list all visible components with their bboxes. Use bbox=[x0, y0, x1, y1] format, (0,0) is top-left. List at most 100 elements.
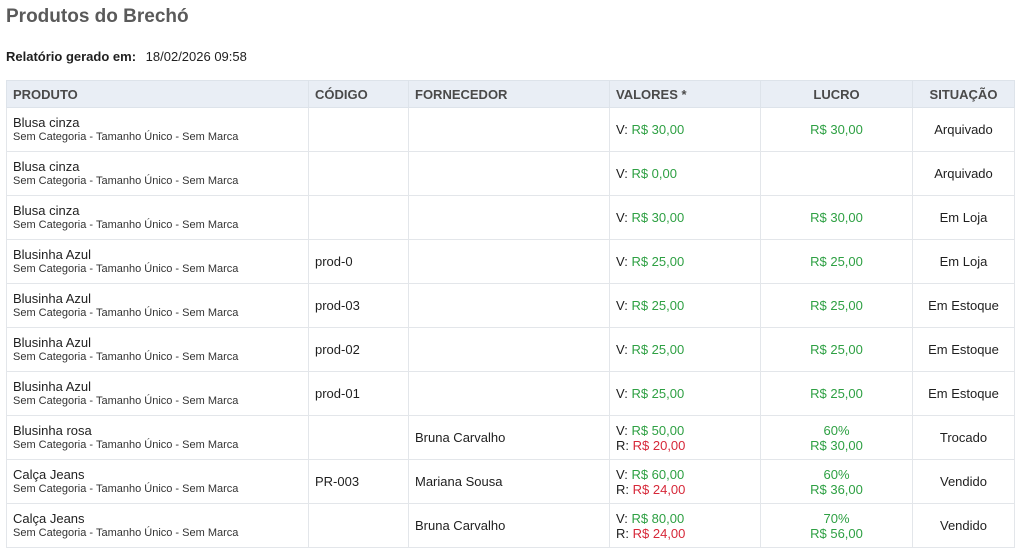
profit-cell: R$ 25,00 bbox=[760, 283, 913, 328]
sale-value: R$ 25,00 bbox=[631, 342, 685, 357]
product-details: Sem Categoria - Tamanho Único - Sem Marc… bbox=[13, 174, 239, 187]
sale-prefix: V: bbox=[616, 466, 628, 482]
profit-cell: R$ 25,00 bbox=[760, 327, 913, 372]
status-cell: Vendido bbox=[912, 459, 1015, 504]
supplier-cell: Bruna Carvalho bbox=[408, 415, 610, 460]
code-cell: prod-02 bbox=[308, 327, 409, 372]
table-header-row: PRODUTO CÓDIGO FORNECEDOR VALORES * LUCR… bbox=[6, 80, 1015, 108]
values-cell: V: R$ 25,00 bbox=[609, 371, 761, 416]
sale-prefix: V: bbox=[616, 422, 628, 438]
product-details: Sem Categoria - Tamanho Único - Sem Marc… bbox=[13, 438, 239, 451]
profit-percent: 70% bbox=[823, 510, 850, 526]
product-details: Sem Categoria - Tamanho Único - Sem Marc… bbox=[13, 526, 239, 539]
code-cell: PR-003 bbox=[308, 459, 409, 504]
product-cell: Blusa cinza Sem Categoria - Tamanho Único… bbox=[6, 151, 309, 196]
profit-cell: 60% R$ 36,00 bbox=[760, 459, 913, 504]
profit-value: R$ 56,00 bbox=[810, 525, 863, 541]
product-name: Calça Jeans bbox=[13, 510, 85, 526]
product-details: Sem Categoria - Tamanho Único - Sem Marc… bbox=[13, 350, 239, 363]
profit-percent: 60% bbox=[823, 466, 850, 482]
repass-value-line: R: R$ 24,00 bbox=[616, 526, 754, 541]
supplier-cell bbox=[408, 239, 610, 284]
sale-value-line: V: R$ 80,00 bbox=[616, 511, 754, 526]
profit-cell: R$ 25,00 bbox=[760, 371, 913, 416]
product-cell: Blusinha Azul Sem Categoria - Tamanho Úni… bbox=[6, 239, 309, 284]
sale-value-line: V: R$ 25,00 bbox=[616, 254, 754, 269]
profit-value: R$ 36,00 bbox=[810, 481, 863, 497]
code-cell: prod-03 bbox=[308, 283, 409, 328]
profit-cell: R$ 25,00 bbox=[760, 239, 913, 284]
product-name: Blusinha Azul bbox=[13, 246, 92, 262]
repass-value-line: R: R$ 24,00 bbox=[616, 482, 754, 497]
header-lucro: LUCRO bbox=[760, 80, 913, 108]
code-cell: prod-01 bbox=[308, 371, 409, 416]
code-cell bbox=[308, 503, 409, 548]
header-produto: PRODUTO bbox=[6, 80, 309, 108]
values-cell: V: R$ 30,00 bbox=[609, 195, 761, 240]
header-situacao: SITUAÇÃO bbox=[912, 80, 1015, 108]
sale-value: R$ 30,00 bbox=[631, 210, 685, 225]
code-cell bbox=[308, 195, 409, 240]
product-details: Sem Categoria - Tamanho Único - Sem Marc… bbox=[13, 130, 239, 143]
profit-cell: 60% R$ 30,00 bbox=[760, 415, 913, 460]
sale-value-line: V: R$ 60,00 bbox=[616, 467, 754, 482]
table-row: Blusa cinza Sem Categoria - Tamanho Único… bbox=[6, 151, 1015, 196]
product-cell: Calça Jeans Sem Categoria - Tamanho Único… bbox=[6, 503, 309, 548]
report-generated-date: 18/02/2026 09:58 bbox=[145, 49, 247, 64]
status-cell: Em Estoque bbox=[912, 327, 1015, 372]
table-row: Blusinha Azul Sem Categoria - Tamanho Úni… bbox=[6, 371, 1015, 416]
table-row: Blusa cinza Sem Categoria - Tamanho Único… bbox=[6, 107, 1015, 152]
product-details: Sem Categoria - Tamanho Único - Sem Marc… bbox=[13, 482, 239, 495]
supplier-cell: Mariana Sousa bbox=[408, 459, 610, 504]
repass-prefix: R: bbox=[616, 437, 629, 453]
sale-value-line: V: R$ 25,00 bbox=[616, 298, 754, 313]
product-details: Sem Categoria - Tamanho Único - Sem Marc… bbox=[13, 394, 239, 407]
sale-prefix: V: bbox=[616, 342, 628, 357]
supplier-cell bbox=[408, 151, 610, 196]
sale-value-line: V: R$ 30,00 bbox=[616, 210, 754, 225]
code-cell bbox=[308, 415, 409, 460]
status-cell: Em Loja bbox=[912, 239, 1015, 284]
profit-percent: 60% bbox=[823, 422, 850, 438]
sale-prefix: V: bbox=[616, 122, 628, 137]
table-row: Blusinha Azul Sem Categoria - Tamanho Úni… bbox=[6, 283, 1015, 328]
page-title: Produtos do Brechó bbox=[6, 6, 189, 27]
report-meta: Relatório gerado em: 18/02/2026 09:58 bbox=[6, 49, 247, 64]
profit-cell: 70% R$ 56,00 bbox=[760, 503, 913, 548]
table-row: Blusinha Azul Sem Categoria - Tamanho Úni… bbox=[6, 239, 1015, 284]
product-name: Blusinha Azul bbox=[13, 378, 92, 394]
sale-value: R$ 30,00 bbox=[631, 122, 685, 137]
sale-prefix: V: bbox=[616, 210, 628, 225]
sale-value-line: V: R$ 50,00 bbox=[616, 423, 754, 438]
sale-prefix: V: bbox=[616, 510, 628, 526]
status-cell: Trocado bbox=[912, 415, 1015, 460]
sale-value: R$ 50,00 bbox=[631, 422, 685, 438]
profit-value: R$ 25,00 bbox=[810, 386, 863, 401]
code-cell: prod-0 bbox=[308, 239, 409, 284]
repass-value: R$ 20,00 bbox=[632, 437, 686, 453]
supplier-cell bbox=[408, 195, 610, 240]
product-name: Blusinha rosa bbox=[13, 422, 92, 438]
product-name: Blusa cinza bbox=[13, 202, 80, 218]
sale-value-line: V: R$ 25,00 bbox=[616, 342, 754, 357]
status-cell: Em Estoque bbox=[912, 371, 1015, 416]
sale-prefix: V: bbox=[616, 254, 628, 269]
profit-value: R$ 30,00 bbox=[810, 437, 863, 453]
product-name: Blusinha Azul bbox=[13, 290, 92, 306]
product-details: Sem Categoria - Tamanho Único - Sem Marc… bbox=[13, 306, 239, 319]
status-cell: Vendido bbox=[912, 503, 1015, 548]
product-cell: Blusa cinza Sem Categoria - Tamanho Único… bbox=[6, 195, 309, 240]
repass-value-line: R: R$ 20,00 bbox=[616, 438, 754, 453]
supplier-cell bbox=[408, 283, 610, 328]
profit-cell bbox=[760, 151, 913, 196]
repass-value: R$ 24,00 bbox=[632, 481, 686, 497]
values-cell: V: R$ 25,00 bbox=[609, 327, 761, 372]
product-cell: Blusinha Azul Sem Categoria - Tamanho Úni… bbox=[6, 371, 309, 416]
values-cell: V: R$ 50,00 R: R$ 20,00 bbox=[609, 415, 761, 460]
profit-cell: R$ 30,00 bbox=[760, 107, 913, 152]
code-cell bbox=[308, 107, 409, 152]
product-name: Blusinha Azul bbox=[13, 334, 92, 350]
product-cell: Blusa cinza Sem Categoria - Tamanho Único… bbox=[6, 107, 309, 152]
sale-value: R$ 60,00 bbox=[631, 466, 685, 482]
values-cell: V: R$ 25,00 bbox=[609, 283, 761, 328]
